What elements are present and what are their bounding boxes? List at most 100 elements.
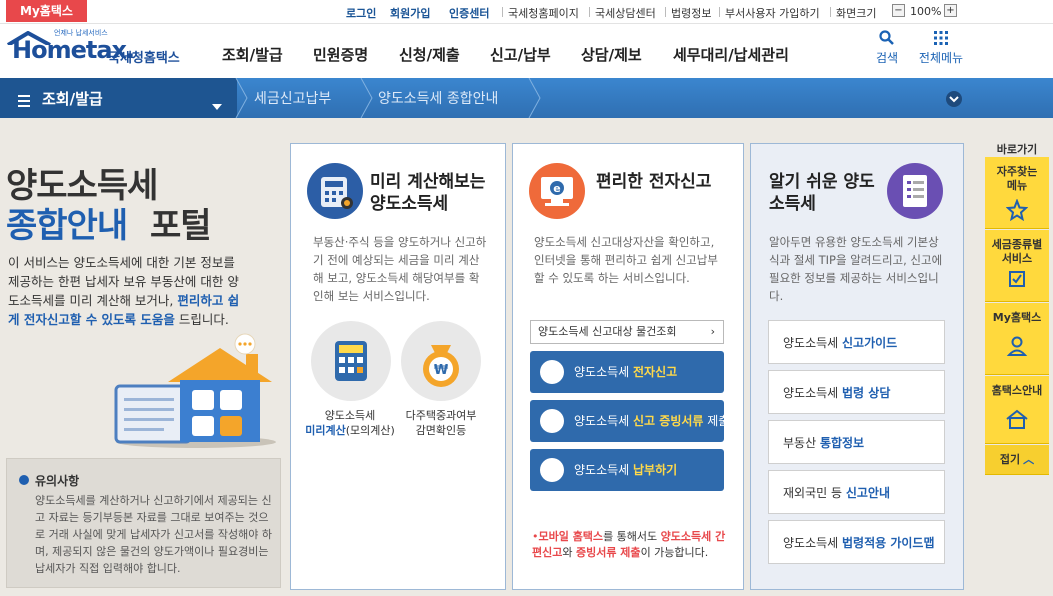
checkbox-icon <box>1009 271 1025 287</box>
mock-calc-label-rest: (모의계산) <box>345 424 395 437</box>
menu-report-pay[interactable]: 신고/납부 <box>490 44 551 65</box>
menu-inquiry-issue[interactable]: 조회/발급 <box>222 44 283 65</box>
panel-easy-guide-title: 알기 쉬운 양도소득세 <box>769 172 875 214</box>
payment-button[interactable]: 양도소득세 납부하기 <box>530 449 724 491</box>
breadcrumb-item-capital-gains[interactable]: 양도소득세 종합안내 <box>378 88 498 108</box>
portal-title-highlight: 종합안내 <box>6 206 128 246</box>
mobile-text: 를 통해서도 <box>603 530 661 543</box>
guide-highlight: 신고가이드 <box>842 336 898 350</box>
info-icon <box>19 475 29 485</box>
e-filing-button[interactable]: 양도소득세 전자신고 <box>530 351 724 393</box>
evidence-highlight: 신고 증빙서류 <box>633 414 704 428</box>
menu-apply-submit[interactable]: 신청/제출 <box>399 44 460 65</box>
e-filing-label: 양도소득세 <box>574 365 634 379</box>
panel-calculate-desc: 부동산·주식 등을 양도하거나 신고하기 전에 예상되는 세금을 미리 계산해 … <box>313 235 487 303</box>
menu-consult-report[interactable]: 상담/제보 <box>581 44 642 65</box>
quick-my-hometax[interactable]: My홈택스 <box>985 303 1049 375</box>
chevron-up-icon: ︿ <box>1023 453 1035 466</box>
chevron-divider-icon <box>235 77 249 119</box>
guide-highlight: 법령 상담 <box>842 386 891 400</box>
guide-label: 양도소득세 <box>783 336 843 350</box>
heavy-tax-label-line2: 감면확인등 <box>415 424 467 437</box>
chevron-divider-icon <box>360 77 374 119</box>
envelope-icon <box>540 409 564 433</box>
quick-fold-button[interactable]: 접기 ︿ <box>985 445 1049 475</box>
menu-tax-agent[interactable]: 세무대리/납세관리 <box>673 44 789 65</box>
quick-hometax-guide[interactable]: 홈택스안내 <box>985 376 1049 444</box>
payment-icon <box>540 458 564 482</box>
zoom-out-button[interactable]: − <box>892 4 905 17</box>
mobile-notice: •모바일 홈택스를 통해서도 양도소득세 간편신고와 증빙서류 제출이 가능합니… <box>532 529 732 561</box>
panel-e-filing-desc: 양도소득세 신고대상자산을 확인하고, 인터넷을 통해 편리하고 쉽게 신고납부… <box>534 235 718 285</box>
search-icon <box>879 30 894 45</box>
quick-tax-type[interactable]: 세금종류별 서비스 <box>985 230 1049 302</box>
all-menu-button[interactable]: 전체메뉴 <box>911 30 971 66</box>
evidence-label-end: 제출 <box>703 414 730 428</box>
guide-label: 양도소득세 <box>783 536 843 550</box>
breadcrumb-item-tax-report[interactable]: 세금신고납부 <box>254 88 331 108</box>
guide-overseas-button[interactable]: 재외국민 등 신고안내 <box>768 470 945 514</box>
mobile-evidence-text: 증빙서류 제출 <box>576 546 641 559</box>
zoom-in-button[interactable]: + <box>944 4 957 17</box>
divider <box>502 7 503 17</box>
quick-favorites[interactable]: 자주찾는 메뉴 <box>985 157 1049 229</box>
heavy-tax-check-label[interactable]: 다주택중과여부 감면확인등 <box>391 408 491 438</box>
mock-calc-label-line1: 양도소득세 <box>324 409 376 422</box>
quick-my-hometax-label: My홈택스 <box>992 311 1042 324</box>
guide-report-button[interactable]: 양도소득세 신고가이드 <box>768 320 945 364</box>
hamburger-icon <box>18 92 30 107</box>
nts-homepage-link[interactable]: 국세청홈페이지 <box>508 5 579 21</box>
quick-menu-title: 바로가기 <box>996 143 1038 156</box>
divider <box>830 7 831 17</box>
e-filing-icon: e <box>529 163 585 219</box>
chevron-right-icon: › <box>710 325 715 338</box>
quick-fold-label: 접기 <box>999 453 1021 466</box>
svg-text:₩: ₩ <box>434 363 449 378</box>
calculator-icon <box>335 341 367 381</box>
breadcrumb-section[interactable]: 조회/발급 <box>42 88 103 109</box>
svg-text:e: e <box>553 182 560 195</box>
login-link[interactable]: 로그인 <box>346 5 376 21</box>
my-hometax-button[interactable]: My홈택스 <box>6 0 87 22</box>
guide-real-estate-button[interactable]: 부동산 통합정보 <box>768 420 945 464</box>
breadcrumb-current-section[interactable] <box>0 78 237 118</box>
guide-law-consult-button[interactable]: 양도소득세 법령 상담 <box>768 370 945 414</box>
chevron-divider-icon <box>528 77 542 119</box>
guide-highlight: 법령적용 가이드맵 <box>842 536 935 550</box>
heavy-tax-check-button[interactable]: ₩ <box>401 321 481 401</box>
mock-calc-label-highlight: 미리계산 <box>305 424 346 437</box>
intro-text-end: 드립니다. <box>174 312 229 327</box>
search-button[interactable]: 검색 <box>857 30 917 66</box>
menu-certificates[interactable]: 민원증명 <box>313 44 368 65</box>
guide-law-map-button[interactable]: 양도소득세 법령적용 가이드맵 <box>768 520 945 564</box>
asset-lookup-button[interactable]: 양도소득세 신고대상 물건조회 › <box>530 320 724 344</box>
calculator-icon <box>307 163 363 219</box>
screen-size-label: 화면크기 <box>836 7 877 20</box>
nav-expand-button[interactable] <box>946 91 962 107</box>
mobile-text-and: 와 <box>562 546 576 559</box>
guide-highlight: 통합정보 <box>819 436 865 450</box>
evidence-submit-button[interactable]: 양도소득세 신고 증빙서류 제출 <box>530 400 729 442</box>
dept-user-link[interactable]: 부서사용자 가입하기 <box>725 5 820 21</box>
notice-title: 유의사항 <box>35 474 80 488</box>
star-icon <box>1005 198 1029 222</box>
logo-nts[interactable]: 국세청홈택스 <box>108 47 180 66</box>
law-info-link[interactable]: 법령정보 <box>671 5 711 21</box>
quick-favorites-label: 자주찾는 메뉴 <box>996 165 1038 192</box>
evidence-label: 양도소득세 <box>574 414 634 428</box>
guide-label: 양도소득세 <box>783 386 843 400</box>
mock-calc-button[interactable] <box>311 321 391 401</box>
cert-center-link[interactable]: 인증센터 <box>449 5 489 21</box>
panel-calculate-title: 미리 계산해보는 양도소득세 <box>370 172 486 214</box>
payment-highlight: 납부하기 <box>633 463 678 477</box>
guide-label: 재외국민 등 <box>783 486 846 500</box>
monitor-icon <box>540 360 564 384</box>
e-filing-highlight: 전자신고 <box>633 365 678 379</box>
divider <box>589 7 590 17</box>
mobile-hometax-text: 모바일 홈택스 <box>538 530 604 543</box>
signup-link[interactable]: 회원가입 <box>390 5 430 21</box>
consult-center-link[interactable]: 국세상담센터 <box>595 5 656 21</box>
mock-calc-label[interactable]: 양도소득세 미리계산(모의계산) <box>300 408 400 438</box>
quick-guide-label: 홈택스안내 <box>991 384 1043 397</box>
asset-lookup-label: 양도소득세 신고대상 물건조회 <box>538 325 677 338</box>
